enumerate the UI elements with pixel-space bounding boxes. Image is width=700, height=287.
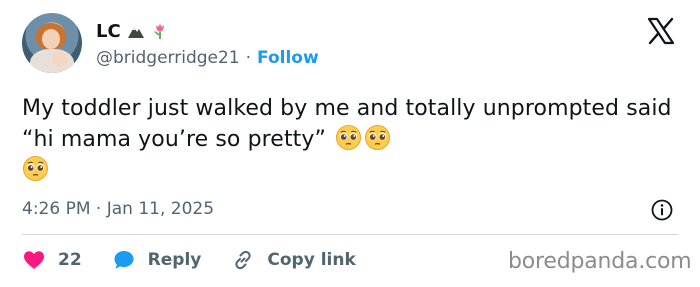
action-bar: 22 Reply Copy link	[22, 248, 386, 272]
reply-label: Reply	[147, 250, 202, 270]
pleading-face-icon	[22, 155, 49, 182]
tweet-date: Jan 11, 2025	[106, 199, 215, 219]
name-row: LC	[96, 20, 169, 42]
tweet-text: My toddler just walked by me and totally…	[22, 93, 692, 186]
tulip-icon	[153, 24, 164, 39]
info-icon[interactable]	[651, 199, 673, 221]
like-count: 22	[58, 250, 82, 270]
copy-link-label: Copy link	[267, 250, 356, 270]
copy-link-button[interactable]: Copy link	[231, 248, 356, 272]
follow-button[interactable]: Follow	[257, 48, 319, 68]
separator-dot: ·	[95, 199, 102, 219]
avatar[interactable]	[22, 13, 82, 73]
like-button[interactable]: 22	[22, 248, 82, 272]
reply-button[interactable]: Reply	[112, 248, 202, 272]
pleading-face-icon	[365, 124, 391, 151]
handle-row: @bridgerridge21 · Follow	[96, 48, 319, 68]
pleading-face-icon	[336, 124, 362, 151]
tweet-time: 4:26 PM	[22, 199, 91, 219]
avatar-face	[42, 29, 60, 49]
speech-bubble-icon	[114, 251, 134, 269]
avatar-baby	[52, 51, 68, 67]
user-handle[interactable]: @bridgerridge21	[96, 48, 240, 68]
heart-icon	[24, 251, 44, 269]
separator-dot: ·	[245, 48, 252, 68]
link-icon	[235, 250, 251, 270]
mountain-icon	[127, 27, 144, 38]
watermark: boredpanda.com	[508, 249, 692, 274]
x-logo-icon[interactable]	[646, 16, 676, 46]
divider	[22, 234, 678, 235]
timestamp-row[interactable]: 4:26 PM · Jan 11, 2025	[22, 199, 214, 219]
display-name[interactable]: LC	[96, 21, 121, 42]
